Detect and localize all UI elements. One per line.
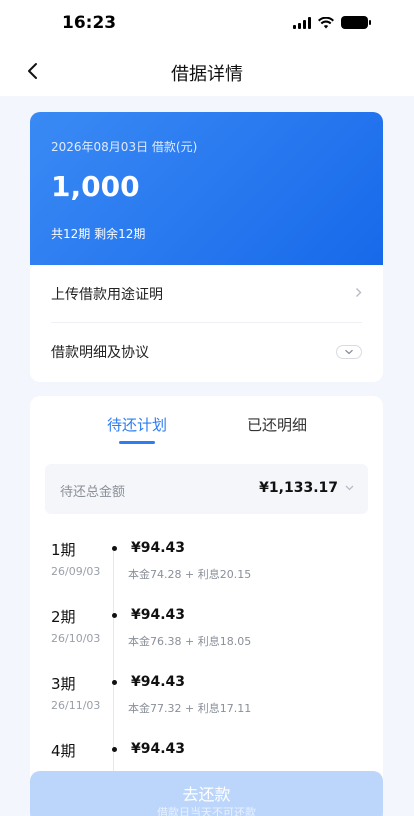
- installment-amount: ¥94.43: [131, 540, 186, 556]
- repay-button[interactable]: 去还款 借款日当天不可还款: [30, 771, 383, 816]
- loan-date-label: 2026年08月03日 借款(元): [51, 140, 198, 154]
- tab-paid-details[interactable]: 已还明细: [247, 414, 307, 435]
- list-item: 2期 26/10/03 ¥94.43 本金76.38 + 利息18.05: [30, 606, 383, 674]
- total-due-value: ¥1,133.17: [259, 480, 338, 496]
- installment-date: 26/11/03: [51, 699, 101, 712]
- loan-summary: 2026年08月03日 借款(元) 1,000 共12期 剩余12期: [30, 112, 383, 265]
- repay-button-label: 去还款: [182, 785, 231, 804]
- installment-period: 1期: [51, 541, 76, 559]
- installment-breakdown: 本金74.28 + 利息20.15: [128, 568, 252, 581]
- tab-pending-plan[interactable]: 待还计划: [107, 414, 167, 435]
- timeline-dot: [112, 613, 117, 618]
- installment-date: 26/10/03: [51, 632, 101, 645]
- battery-icon: [341, 16, 371, 29]
- loan-card: 2026年08月03日 借款(元) 1,000 共12期 剩余12期 上传借款用…: [30, 112, 383, 382]
- installment-breakdown: 本金76.38 + 利息18.05: [128, 635, 252, 648]
- installment-amount: ¥94.43: [131, 741, 186, 757]
- timeline-dot: [112, 747, 117, 752]
- chevron-right-icon: [355, 286, 362, 302]
- signal-icon: [293, 16, 311, 29]
- upload-proof-row[interactable]: 上传借款用途证明: [51, 265, 362, 323]
- repayment-plan-card: 待还计划 已还明细 待还总金额 ¥1,133.17 1期 26/09/03 ¥9…: [30, 396, 383, 816]
- installment-breakdown: 本金77.32 + 利息17.11: [128, 702, 252, 715]
- timeline-dot: [112, 680, 117, 685]
- wifi-icon: [318, 16, 334, 28]
- total-due-row[interactable]: 待还总金额 ¥1,133.17: [45, 464, 368, 514]
- page-title: 借据详情: [171, 64, 243, 85]
- installment-period: 4期: [51, 742, 76, 760]
- loan-amount: 1,000: [51, 170, 140, 203]
- installment-amount: ¥94.43: [131, 607, 186, 623]
- upload-proof-label: 上传借款用途证明: [51, 286, 163, 303]
- list-item: 3期 26/11/03 ¥94.43 本金77.32 + 利息17.11: [30, 673, 383, 741]
- installment-period: 3期: [51, 675, 76, 693]
- installment-amount: ¥94.43: [131, 674, 186, 690]
- loan-periods: 共12期 剩余12期: [51, 227, 146, 241]
- plan-tabs: 待还计划 已还明细: [30, 396, 383, 456]
- status-bar: 16:23: [0, 0, 414, 46]
- loan-agreement-label: 借款明细及协议: [51, 345, 149, 361]
- installment-period: 2期: [51, 608, 76, 626]
- repay-button-hint: 借款日当天不可还款: [157, 806, 256, 816]
- loan-agreement-row[interactable]: 借款明细及协议: [51, 323, 362, 381]
- active-tab-indicator: [119, 441, 155, 444]
- timeline-dot: [112, 546, 117, 551]
- list-item: 1期 26/09/03 ¥94.43 本金74.28 + 利息20.15: [30, 539, 383, 607]
- total-due-label: 待还总金额: [60, 485, 126, 500]
- chevron-down-icon: [345, 481, 354, 494]
- installment-date: 26/09/03: [51, 565, 101, 578]
- chevron-down-icon[interactable]: [336, 345, 362, 359]
- status-time: 16:23: [62, 13, 117, 33]
- nav-bar: 借据详情: [0, 46, 414, 96]
- status-icons: [293, 16, 371, 29]
